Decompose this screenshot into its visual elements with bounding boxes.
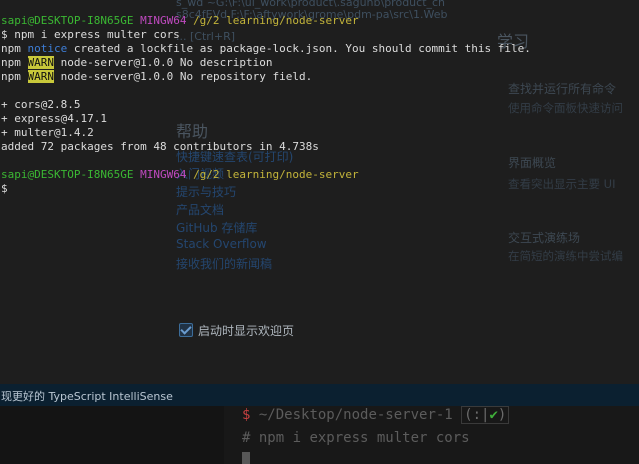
prompt-line: sapi@DESKTOP-I8N65GE MINGW64 /g/2 learni… bbox=[1, 14, 359, 28]
terminal-output: sapi@DESKTOP-I8N65GE MINGW64 /g/2 learni… bbox=[0, 0, 639, 384]
prompt-user: sapi@DESKTOP-I8N65GE bbox=[1, 168, 134, 181]
prompt-path: /g/2 learning/node-server bbox=[193, 14, 359, 27]
bottom-prompt-line: $ ~/Desktop/node-server-1 (:|✔) bbox=[242, 406, 510, 424]
notice-text: created a lockfile as package-lock.json.… bbox=[67, 42, 531, 55]
npm-prefix: npm bbox=[1, 70, 21, 83]
status-indicator: (:|✔) bbox=[461, 406, 510, 424]
package-line: + express@4.17.1 bbox=[1, 112, 107, 125]
bottom-command: npm i express multer cors bbox=[250, 430, 470, 446]
package-line: + cors@2.8.5 bbox=[1, 98, 81, 111]
npm-warn-line: npm WARN node-server@1.0.0 No descriptio… bbox=[1, 56, 273, 70]
bottom-terminal[interactable]: $ ~/Desktop/node-server-1 (:|✔) # npm i … bbox=[0, 406, 639, 464]
npm-warn-line: npm WARN node-server@1.0.0 No repository… bbox=[1, 70, 312, 84]
notice-tag: notice bbox=[27, 42, 68, 55]
terminal-cursor bbox=[242, 452, 250, 464]
prompt-line: sapi@DESKTOP-I8N65GE MINGW64 /g/2 learni… bbox=[1, 168, 359, 182]
prompt-user: sapi@DESKTOP-I8N65GE bbox=[1, 14, 134, 27]
status-open: (:| bbox=[464, 407, 490, 423]
warn-tag: WARN bbox=[27, 70, 54, 83]
bottom-command-line: # npm i express multer cors bbox=[242, 430, 470, 446]
check-icon: ✔ bbox=[489, 407, 498, 423]
prompt-path: /g/2 learning/node-server bbox=[193, 168, 359, 181]
command-line: $ npm i express multer cors bbox=[1, 28, 180, 41]
prompt-path: ~/Desktop/node-server-1 bbox=[250, 407, 462, 423]
warn-tag: WARN bbox=[27, 56, 54, 69]
package-line: + multer@1.4.2 bbox=[1, 126, 94, 139]
status-bar: 现更好的 TypeScript IntelliSense bbox=[0, 384, 639, 406]
final-prompt[interactable]: $ bbox=[1, 182, 8, 196]
npm-notice-line: npm notice created a lockfile as package… bbox=[1, 42, 531, 56]
npm-prefix: npm bbox=[1, 56, 21, 69]
final-prompt-symbol: $ bbox=[1, 182, 8, 195]
warn-text: node-server@1.0.0 No repository field. bbox=[54, 70, 313, 83]
install-summary: added 72 packages from 48 contributors i… bbox=[1, 140, 319, 153]
warn-text: node-server@1.0.0 No description bbox=[54, 56, 273, 69]
prompt-shell: MINGW64 bbox=[140, 168, 187, 181]
status-bar-text: 现更好的 TypeScript IntelliSense bbox=[1, 390, 173, 403]
terminal-gutter bbox=[0, 406, 224, 464]
npm-prefix: npm bbox=[1, 42, 21, 55]
status-close: ) bbox=[497, 407, 507, 423]
prompt-shell: MINGW64 bbox=[140, 14, 187, 27]
